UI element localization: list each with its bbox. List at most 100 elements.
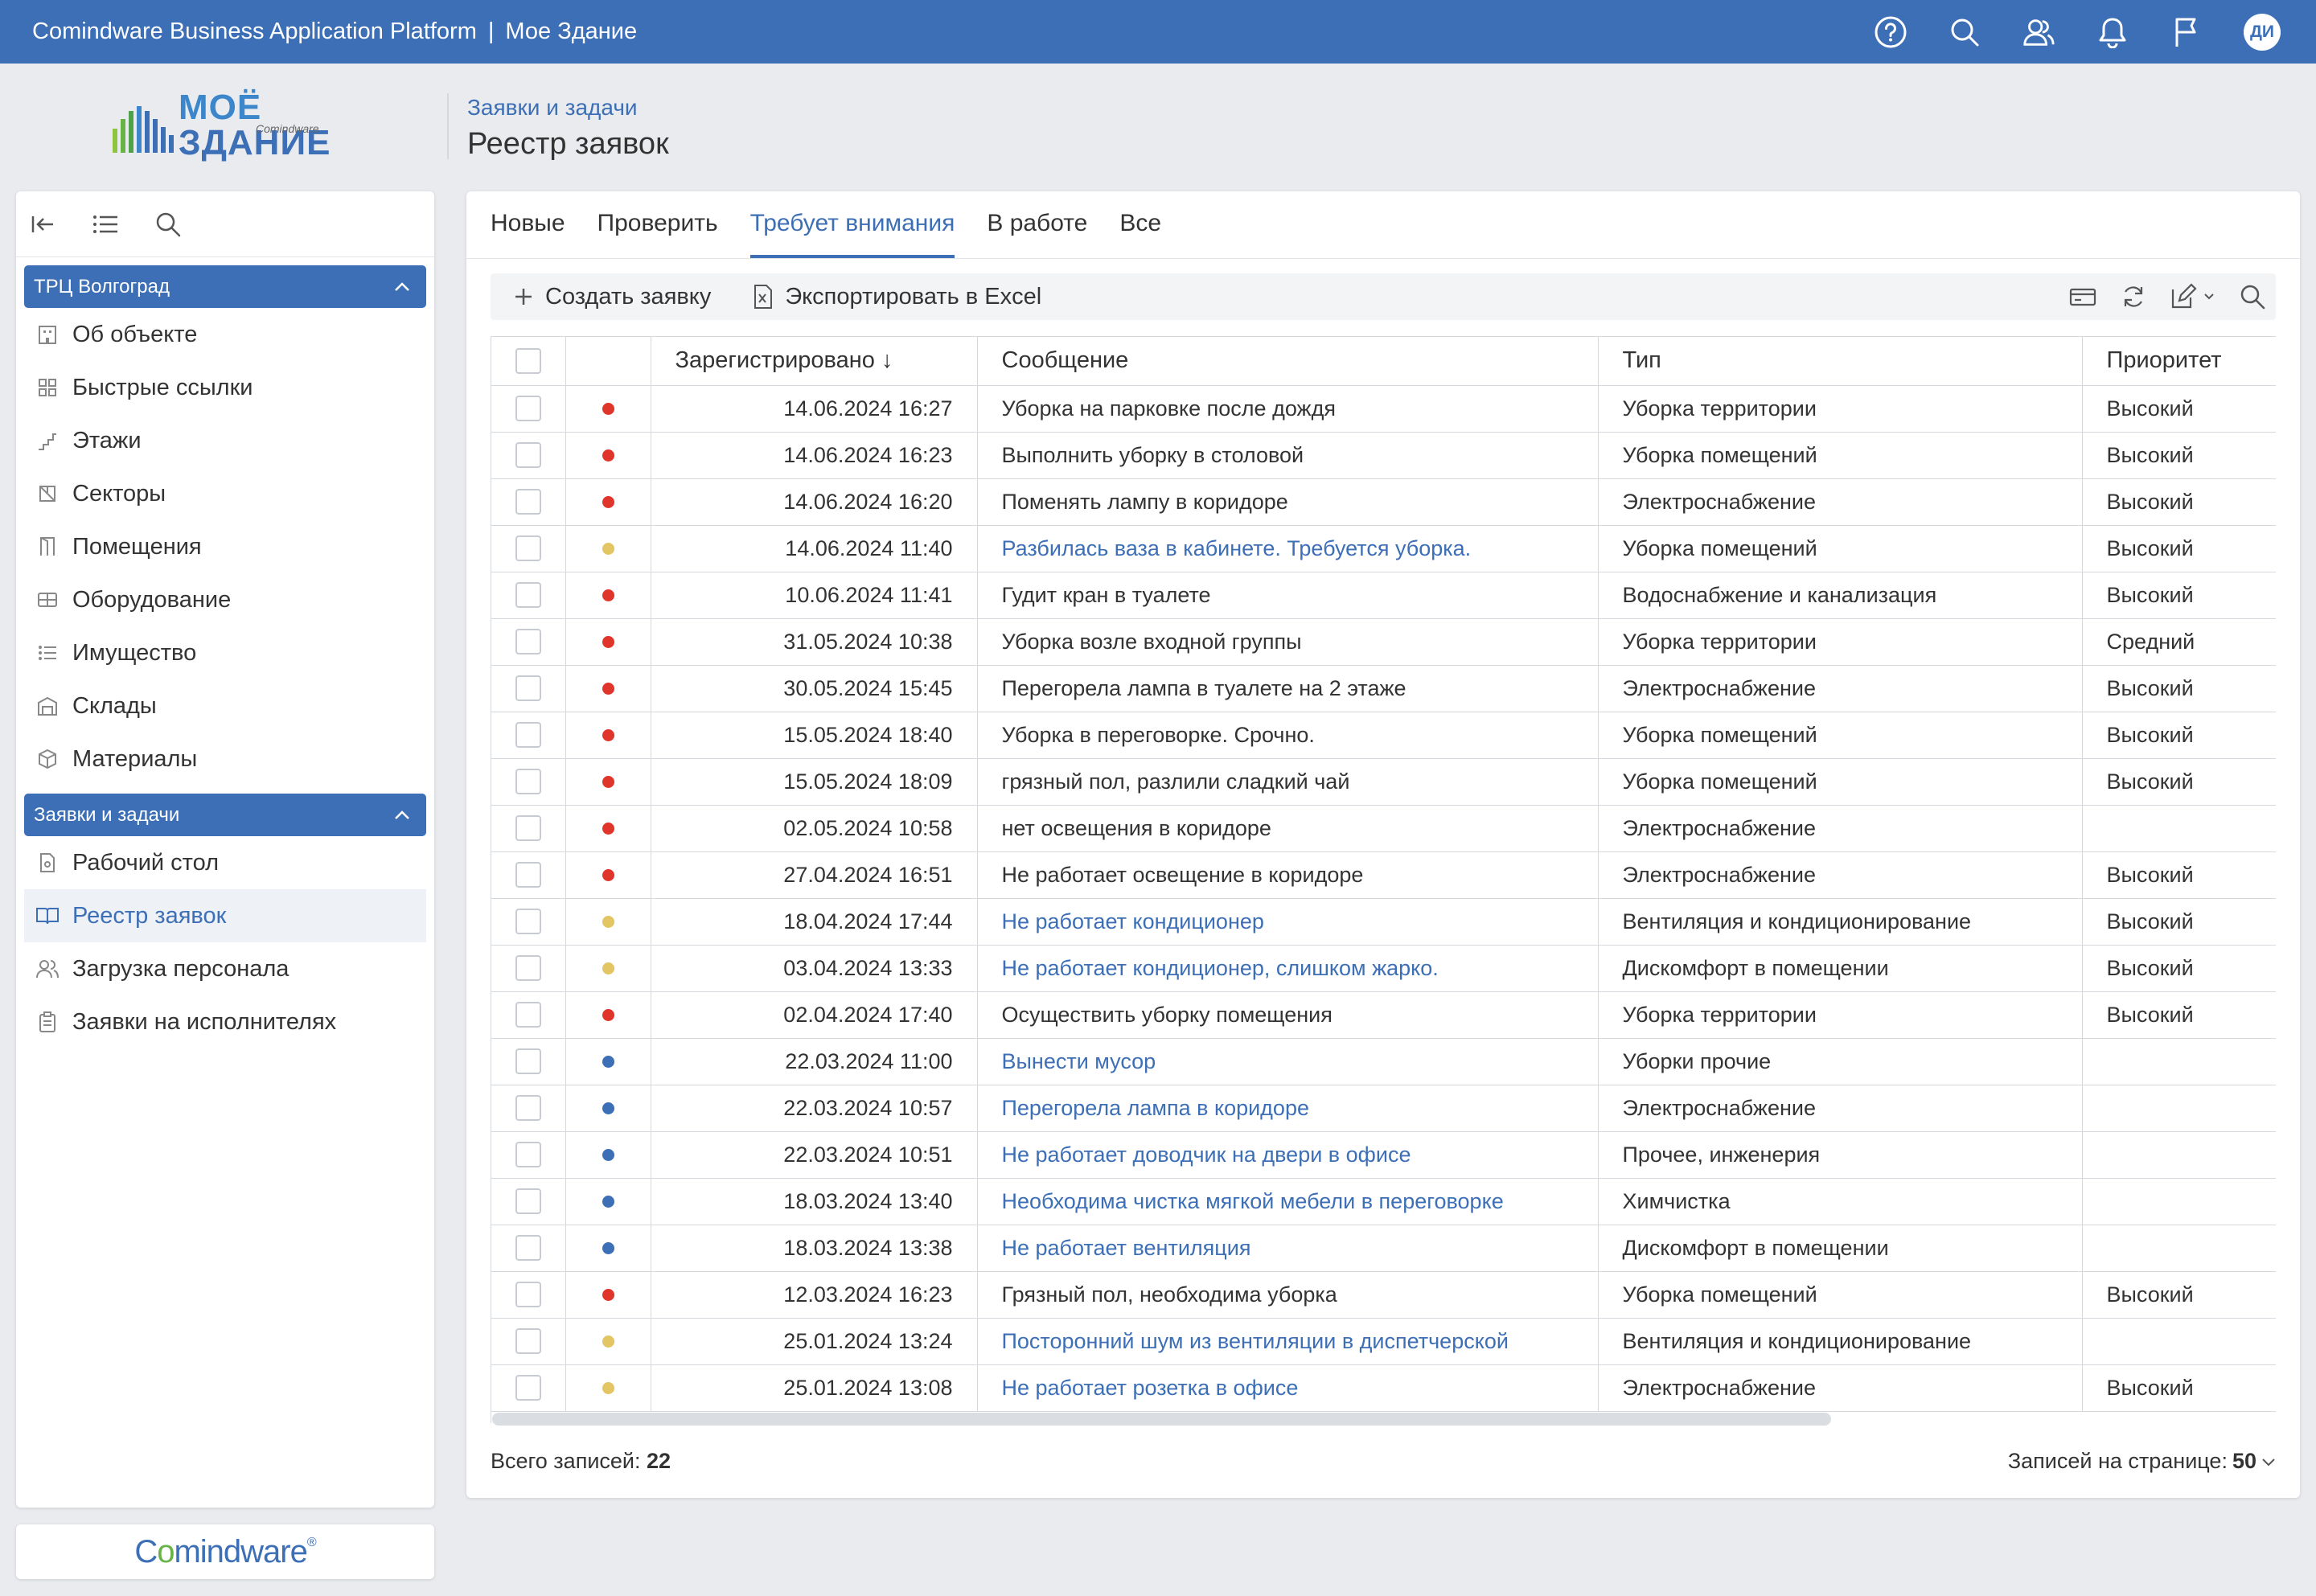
message-cell[interactable]: Грязный пол, необходима уборка (977, 1271, 1599, 1319)
create-request-button[interactable]: Создать заявку (513, 284, 711, 310)
flag-icon[interactable] (2170, 15, 2203, 49)
search-icon[interactable] (1948, 15, 1981, 49)
sidebar-search-icon[interactable] (154, 211, 182, 238)
type-column-header[interactable]: Тип (1598, 337, 2083, 386)
sidebar-item[interactable]: Склады (24, 679, 426, 732)
table-row[interactable]: 22.03.2024 10:57 Перегорела лампа в корид… (491, 1085, 2276, 1132)
row-checkbox[interactable] (515, 1282, 541, 1307)
message-cell[interactable]: Уборка возле входной группы (977, 618, 1599, 666)
registered-column-header[interactable]: Зарегистрировано ↓ (651, 337, 978, 386)
row-select-cell[interactable] (491, 758, 566, 806)
bell-icon[interactable] (2096, 15, 2129, 49)
row-select-cell[interactable] (491, 618, 566, 666)
sidebar-item[interactable]: Имущество (24, 626, 426, 679)
message-cell[interactable]: Не работает доводчик на двери в офисе (977, 1131, 1599, 1179)
message-cell[interactable]: Уборка на парковке после дождя (977, 385, 1599, 433)
table-row[interactable]: 14.06.2024 16:27 Уборка на парковке после… (491, 385, 2276, 433)
sidebar-item[interactable]: Загрузка персонала (24, 942, 426, 995)
message-cell[interactable]: Выполнить уборку в столовой (977, 432, 1599, 479)
table-row[interactable]: 14.06.2024 11:40 Разбилась ваза в кабинет… (491, 525, 2276, 572)
row-checkbox[interactable] (515, 675, 541, 701)
sidebar-item[interactable]: Этажи (24, 414, 426, 467)
sidebar-group-requests[interactable]: Заявки и задачи (24, 794, 426, 836)
row-select-cell[interactable] (491, 1225, 566, 1272)
row-select-cell[interactable] (491, 1364, 566, 1412)
row-select-cell[interactable] (491, 1178, 566, 1225)
app-logo[interactable]: МОЁ ЗДАНИЕ Comindware (109, 90, 331, 161)
table-row[interactable]: 22.03.2024 10:51 Не работает доводчик на … (491, 1131, 2276, 1179)
sidebar-item[interactable]: Быстрые ссылки (24, 361, 426, 414)
card-view-icon[interactable] (2068, 285, 2097, 308)
row-select-cell[interactable] (491, 991, 566, 1039)
select-all-checkbox[interactable] (515, 347, 541, 374)
row-checkbox[interactable] (515, 909, 541, 934)
row-select-cell[interactable] (491, 898, 566, 946)
message-cell[interactable]: Не работает вентиляция (977, 1225, 1599, 1272)
message-cell[interactable]: Не работает кондиционер, слишком жарко. (977, 945, 1599, 992)
row-checkbox[interactable] (515, 489, 541, 515)
row-select-cell[interactable] (491, 478, 566, 526)
horizontal-scrollbar[interactable] (492, 1413, 1831, 1426)
row-checkbox[interactable] (515, 815, 541, 841)
message-cell[interactable]: Гудит кран в туалете (977, 572, 1599, 619)
sidebar-item[interactable]: Рабочий стол (24, 836, 426, 889)
row-checkbox[interactable] (515, 769, 541, 794)
row-checkbox[interactable] (515, 1048, 541, 1074)
list-view-icon[interactable] (92, 213, 119, 236)
row-checkbox[interactable] (515, 629, 541, 654)
message-cell[interactable]: Осуществить уборку помещения (977, 991, 1599, 1039)
message-cell[interactable]: Поменять лампу в коридоре (977, 478, 1599, 526)
message-cell[interactable]: Перегорела лампа в коридоре (977, 1085, 1599, 1132)
row-checkbox[interactable] (515, 862, 541, 888)
table-row[interactable]: 31.05.2024 10:38 Уборка возле входной гру… (491, 618, 2276, 666)
row-select-cell[interactable] (491, 572, 566, 619)
message-column-header[interactable]: Сообщение (977, 337, 1599, 386)
message-cell[interactable]: Не работает розетка в офисе (977, 1364, 1599, 1412)
table-row[interactable]: 18.03.2024 13:40 Необходима чистка мягкой… (491, 1178, 2276, 1225)
tab[interactable]: Новые (491, 210, 565, 258)
table-row[interactable]: 14.06.2024 16:20 Поменять лампу в коридор… (491, 478, 2276, 526)
table-row[interactable]: 22.03.2024 11:00 Вынести мусор Уборки проч… (491, 1038, 2276, 1085)
row-select-cell[interactable] (491, 1131, 566, 1179)
message-cell[interactable]: грязный пол, разлили сладкий чай (977, 758, 1599, 806)
app-title[interactable]: Comindware Business Application Platform… (32, 18, 637, 45)
table-row[interactable]: 10.06.2024 11:41 Гудит кран в туалете Водо… (491, 572, 2276, 619)
collapse-sidebar-icon[interactable] (31, 213, 56, 236)
message-cell[interactable]: Посторонний шум из вентиляции в диспетче… (977, 1318, 1599, 1365)
row-checkbox[interactable] (515, 1142, 541, 1167)
row-select-cell[interactable] (491, 525, 566, 572)
sidebar-group-trc[interactable]: ТРЦ Волгоград (24, 265, 426, 308)
message-cell[interactable]: Не работает освещение в коридоре (977, 851, 1599, 899)
users-icon[interactable] (2022, 15, 2055, 49)
tab[interactable]: В работе (987, 210, 1087, 258)
row-checkbox[interactable] (515, 582, 541, 608)
message-cell[interactable]: Не работает кондиционер (977, 898, 1599, 946)
message-cell[interactable]: Необходима чистка мягкой мебели в перего… (977, 1178, 1599, 1225)
tab[interactable]: Требует внимания (749, 210, 955, 258)
row-checkbox[interactable] (515, 535, 541, 561)
row-checkbox[interactable] (515, 1002, 541, 1028)
row-select-cell[interactable] (491, 385, 566, 433)
page-size-selector[interactable]: Записей на странице: 50 (2008, 1449, 2276, 1474)
message-cell[interactable]: Разбилась ваза в кабинете. Требуется убо… (977, 525, 1599, 572)
row-checkbox[interactable] (515, 1235, 541, 1261)
tab[interactable]: Проверить (597, 210, 718, 258)
sidebar-item[interactable]: Реестр заявок (24, 889, 426, 942)
help-icon[interactable] (1874, 15, 1907, 49)
row-checkbox[interactable] (515, 1188, 541, 1214)
row-checkbox[interactable] (515, 1375, 541, 1401)
table-row[interactable]: 03.04.2024 13:33 Не работает кондиционер,… (491, 945, 2276, 992)
row-select-cell[interactable] (491, 712, 566, 759)
table-row[interactable]: 14.06.2024 16:23 Выполнить уборку в столо… (491, 432, 2276, 479)
row-select-cell[interactable] (491, 805, 566, 852)
sidebar-item[interactable]: Об объекте (24, 308, 426, 361)
table-row[interactable]: 18.03.2024 13:38 Не работает вентиляция Ди… (491, 1225, 2276, 1272)
table-row[interactable]: 30.05.2024 15:45 Перегорела лампа в туале… (491, 665, 2276, 712)
row-select-cell[interactable] (491, 1085, 566, 1132)
grid-search-icon[interactable] (2239, 283, 2266, 310)
message-cell[interactable]: Вынести мусор (977, 1038, 1599, 1085)
row-select-cell[interactable] (491, 665, 566, 712)
user-avatar[interactable]: ДИ (2244, 13, 2281, 51)
table-row[interactable]: 02.04.2024 17:40 Осуществить уборку помещ… (491, 991, 2276, 1039)
table-row[interactable]: 15.05.2024 18:09 грязный пол, разлили сла… (491, 758, 2276, 806)
